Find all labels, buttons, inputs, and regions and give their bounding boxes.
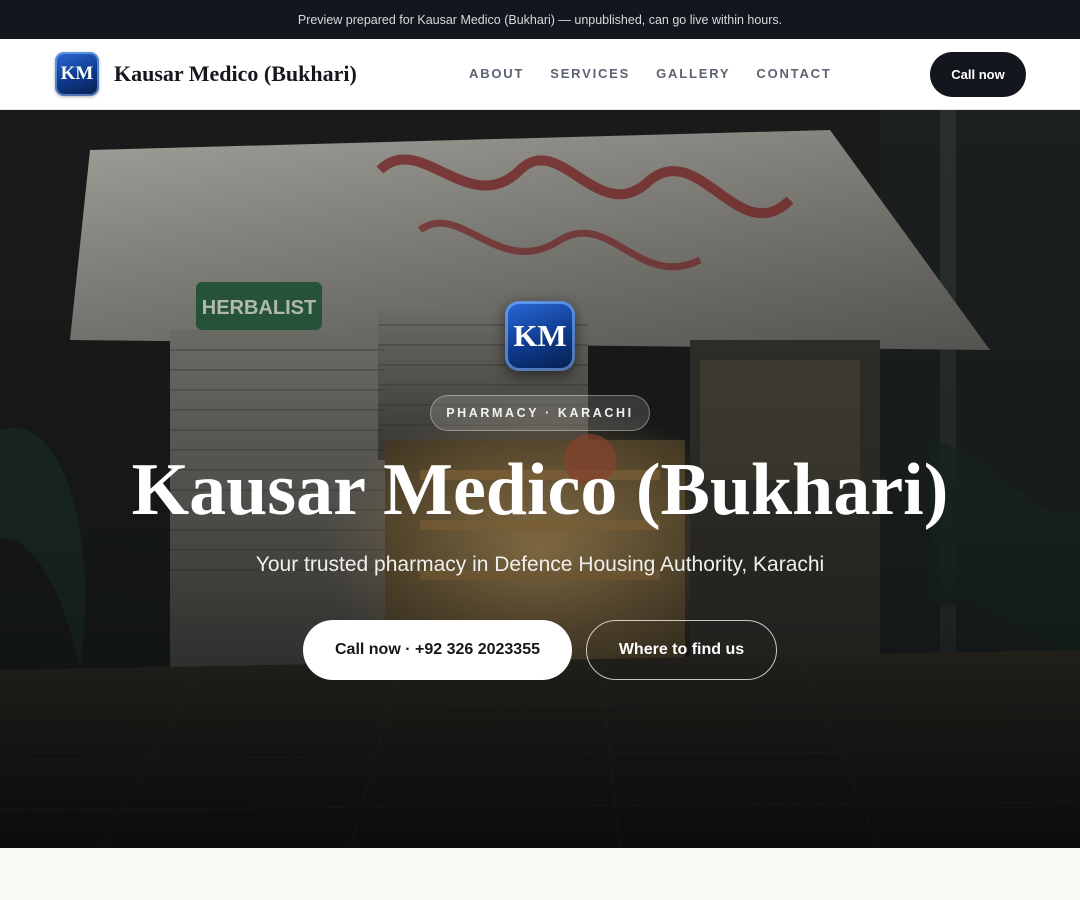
site-header: KM Kausar Medico (Bukhari) ABOUT SERVICE… <box>0 39 1080 110</box>
call-now-button[interactable]: Call now · +92 326 2023355 <box>303 620 572 680</box>
hero-logo-badge: KM <box>505 301 575 371</box>
nav-link-about[interactable]: ABOUT <box>469 66 524 81</box>
logo-badge: KM <box>55 52 99 96</box>
header-call-button[interactable]: Call now <box>930 52 1026 97</box>
preview-banner-text: Preview prepared for Kausar Medico (Bukh… <box>297 12 783 27</box>
hero-section: HERBALIST <box>0 110 1080 848</box>
hero-subtitle: Your trusted pharmacy in Defence Housing… <box>255 553 825 576</box>
preview-banner: Preview prepared for Kausar Medico (Bukh… <box>0 0 1080 39</box>
next-section <box>0 848 1080 900</box>
find-us-button[interactable]: Where to find us <box>586 620 777 680</box>
hero-title: Kausar Medico (Bukhari) <box>131 449 949 531</box>
category-tag: PHARMACY · KARACHI <box>430 395 650 431</box>
brand-link[interactable]: KM Kausar Medico (Bukhari) <box>55 52 357 96</box>
brand-name: Kausar Medico (Bukhari) <box>114 61 357 86</box>
nav-link-gallery[interactable]: GALLERY <box>656 66 730 81</box>
nav-link-contact[interactable]: CONTACT <box>756 66 831 81</box>
main-nav: ABOUT SERVICES GALLERY CONTACT <box>469 66 832 81</box>
nav-link-services[interactable]: SERVICES <box>550 66 630 81</box>
